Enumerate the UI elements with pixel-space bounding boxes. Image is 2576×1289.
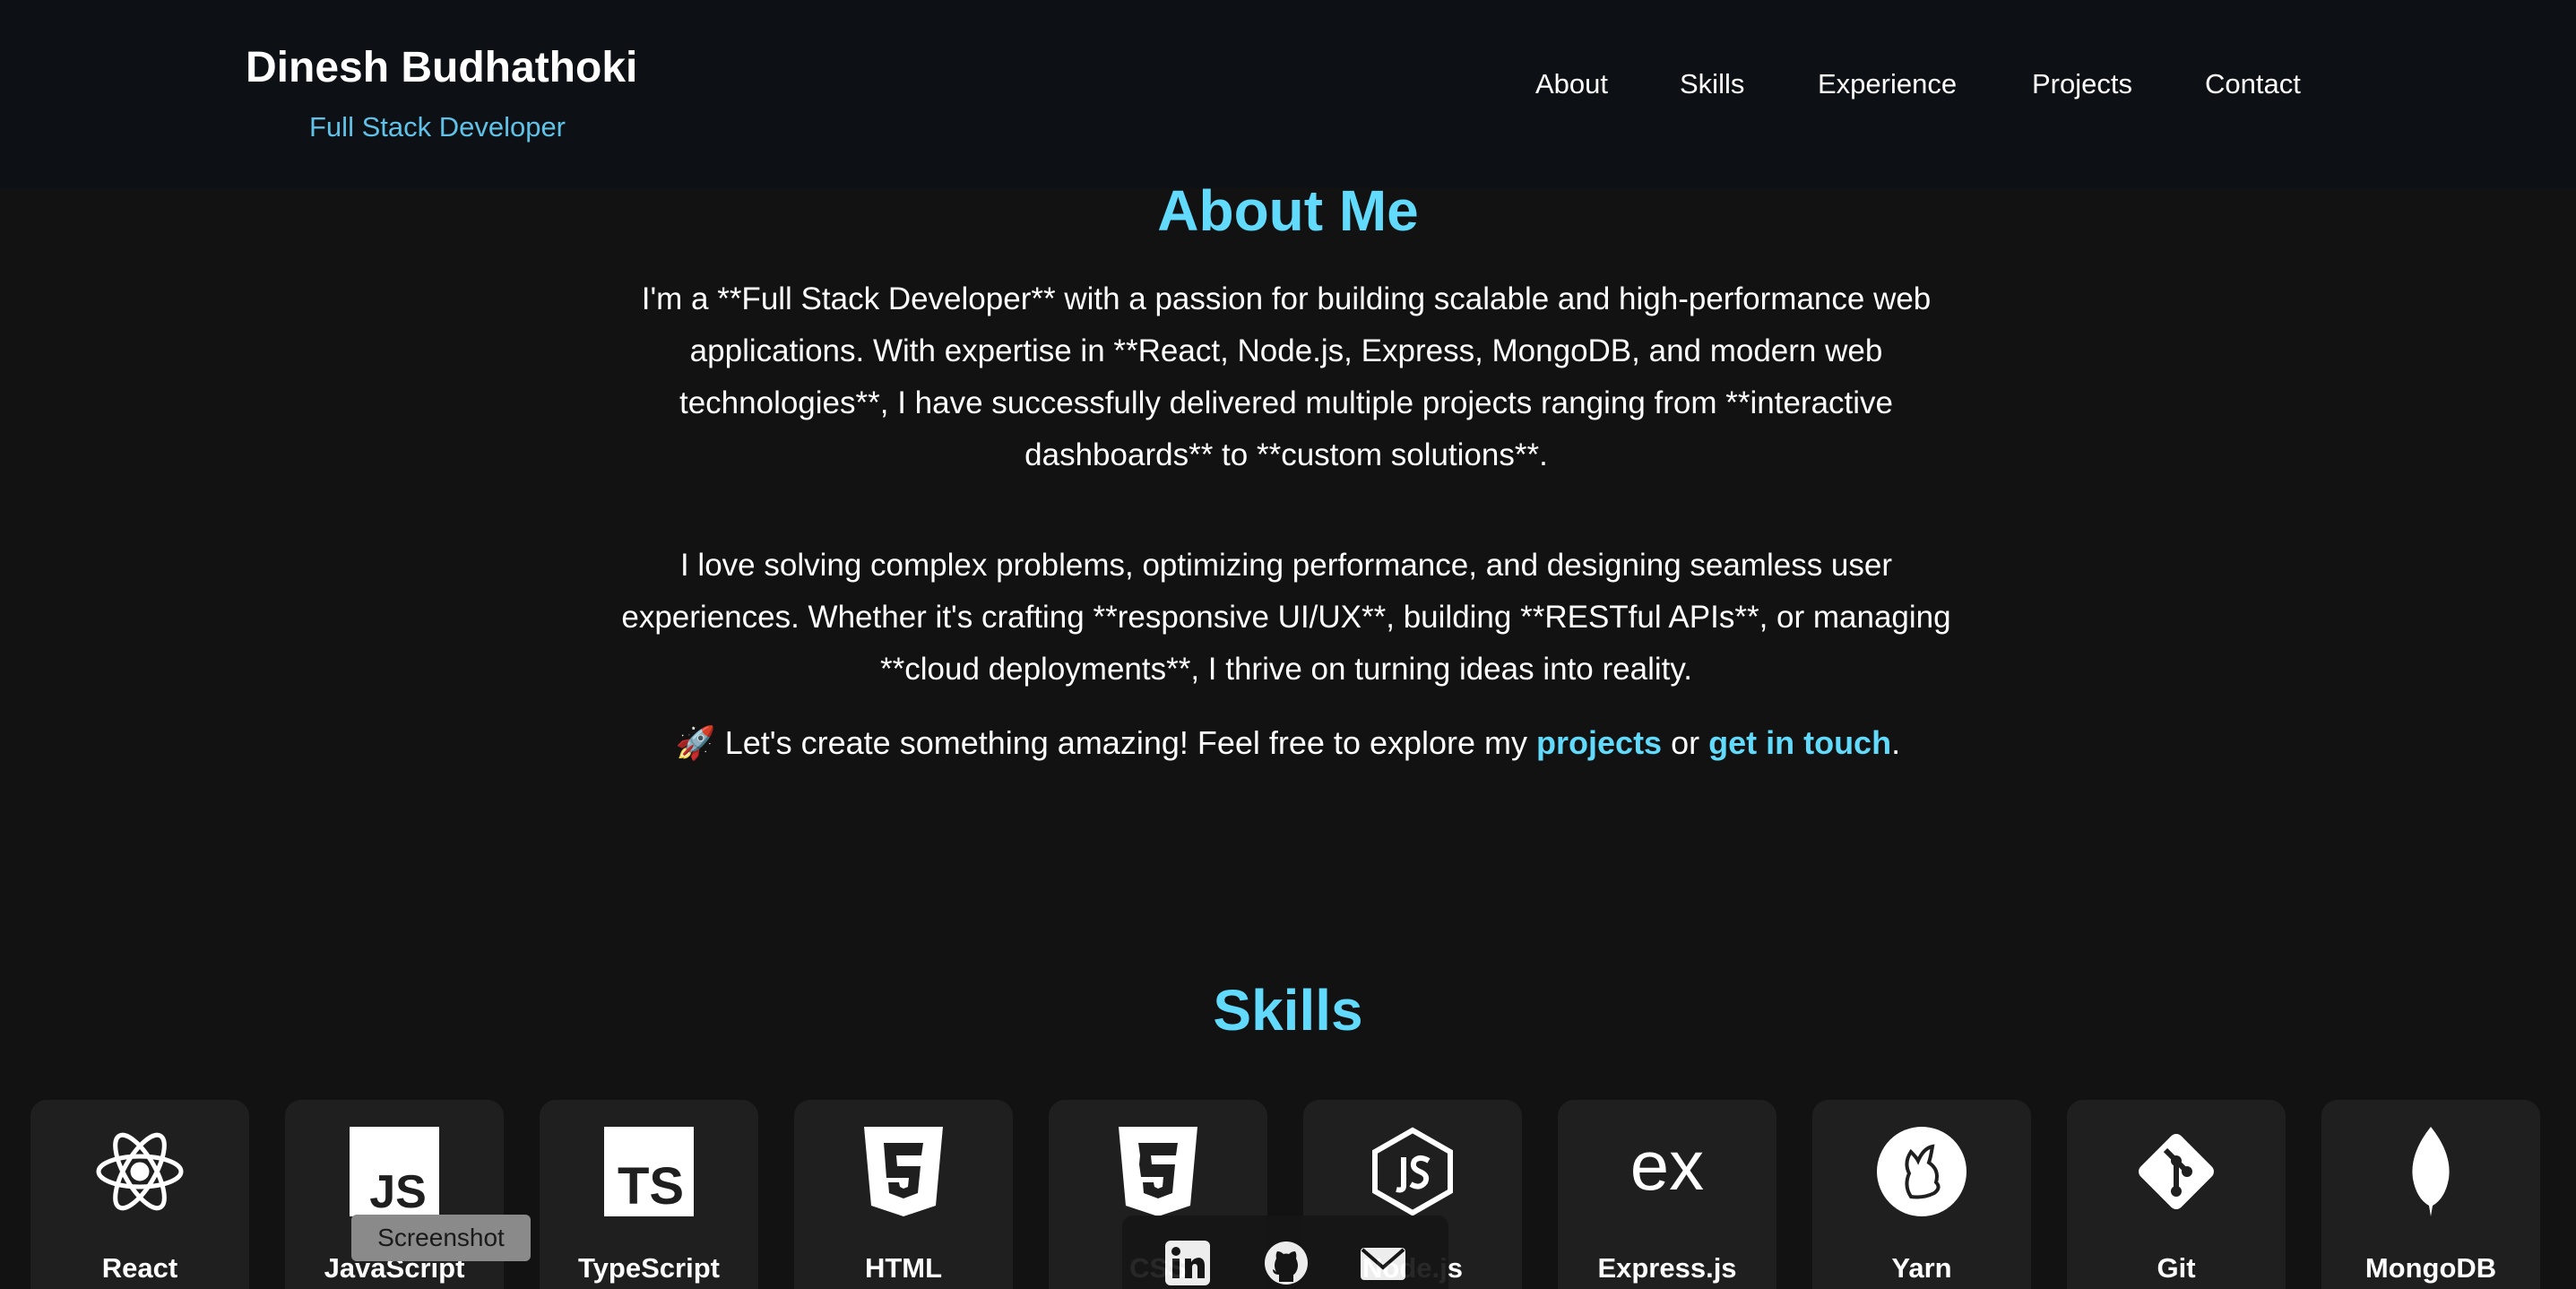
svg-text:TS: TS bbox=[618, 1157, 684, 1215]
about-cta: 🚀 Let's create something amazing! Feel f… bbox=[0, 724, 2576, 762]
react-icon bbox=[95, 1127, 185, 1216]
skill-label: TypeScript bbox=[578, 1252, 720, 1284]
cta-or: or bbox=[1662, 724, 1709, 761]
svg-text:ex: ex bbox=[1630, 1127, 1704, 1205]
javascript-icon: JS bbox=[350, 1127, 439, 1216]
skill-label: React bbox=[101, 1252, 178, 1284]
nodejs-icon bbox=[1368, 1127, 1457, 1216]
typescript-icon: TS bbox=[604, 1127, 694, 1216]
express-icon: ex bbox=[1622, 1127, 1712, 1216]
skill-label: MongoDB bbox=[2364, 1252, 2497, 1284]
github-icon[interactable] bbox=[1264, 1241, 1309, 1285]
skill-card-react: React bbox=[30, 1100, 249, 1289]
site-name: Dinesh Budhathoki bbox=[246, 44, 638, 91]
skill-label: Yarn bbox=[1891, 1252, 1952, 1284]
yarn-icon bbox=[1877, 1127, 1967, 1216]
email-icon[interactable] bbox=[1361, 1241, 1405, 1285]
nav-contact[interactable]: Contact bbox=[2205, 68, 2301, 100]
about-paragraph-1: I'm a **Full Stack Developer** with a pa… bbox=[641, 281, 1932, 472]
skill-card-html: HTML bbox=[794, 1100, 1013, 1289]
screenshot-tooltip: Screenshot bbox=[351, 1215, 531, 1261]
html5-icon bbox=[859, 1127, 948, 1216]
cta-prefix: 🚀 Let's create something amazing! Feel f… bbox=[675, 724, 1537, 761]
skill-card-mongodb: MongoDB bbox=[2321, 1100, 2540, 1289]
skill-label: HTML bbox=[864, 1252, 943, 1284]
social-bar bbox=[1122, 1215, 1448, 1289]
about-paragraph-2: I love solving complex problems, optimiz… bbox=[621, 548, 1951, 687]
contact-link[interactable]: get in touch bbox=[1708, 724, 1891, 761]
skill-card-yarn: Yarn bbox=[1812, 1100, 2031, 1289]
skill-label: Express.js bbox=[1597, 1252, 1737, 1284]
git-icon bbox=[2131, 1127, 2221, 1216]
cta-suffix: . bbox=[1891, 724, 1901, 761]
svg-text:JS: JS bbox=[369, 1166, 427, 1216]
skill-card-express: ex Express.js bbox=[1558, 1100, 1776, 1289]
linkedin-icon[interactable] bbox=[1165, 1241, 1210, 1285]
site-subtitle: Full Stack Developer bbox=[309, 111, 566, 143]
skill-card-git: Git bbox=[2067, 1100, 2286, 1289]
css3-icon bbox=[1113, 1127, 1203, 1216]
nav-skills[interactable]: Skills bbox=[1680, 68, 1744, 100]
skills-title: Skills bbox=[1213, 978, 1363, 1042]
nav-about[interactable]: About bbox=[1535, 68, 1608, 100]
nav-experience[interactable]: Experience bbox=[1818, 68, 1957, 100]
skill-label: Git bbox=[2157, 1252, 2196, 1284]
site-header: Dinesh Budhathoki Full Stack Developer A… bbox=[0, 0, 2576, 188]
nav-projects[interactable]: Projects bbox=[2032, 68, 2132, 100]
projects-link[interactable]: projects bbox=[1536, 724, 1662, 761]
mongodb-icon bbox=[2386, 1127, 2476, 1216]
skill-card-typescript: TS TypeScript bbox=[540, 1100, 758, 1289]
